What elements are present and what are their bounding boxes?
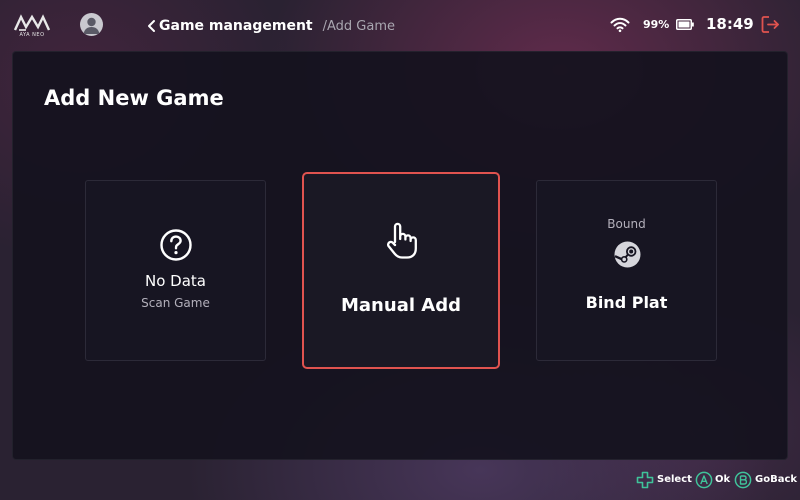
chevron-left-icon[interactable]: [146, 19, 157, 33]
top-bar: AYA NEO Game management /Add Game 99% 18…: [0, 0, 800, 50]
b-button-icon: [734, 471, 752, 489]
select-hint-label: Select: [657, 474, 692, 485]
a-button-icon: [695, 471, 713, 489]
clock: 18:49: [706, 15, 754, 33]
no-data-card[interactable]: No Data Scan Game: [85, 180, 266, 361]
main-panel: Add New Game No Data Scan Game Manual Ad…: [12, 51, 788, 460]
manual-add-card[interactable]: Manual Add: [302, 172, 500, 369]
battery-percent: 99%: [643, 18, 670, 31]
exit-icon[interactable]: [761, 15, 780, 34]
breadcrumb-current[interactable]: Game management: [159, 18, 313, 34]
logo-text: AYA NEO: [19, 32, 45, 38]
scan-game-label: Scan Game: [141, 296, 210, 310]
manual-add-title: Manual Add: [341, 295, 461, 316]
bind-plat-card[interactable]: Bound Bind Plat: [536, 180, 717, 361]
breadcrumb-sub: /Add Game: [322, 18, 395, 34]
controller-hints: Select Ok GoBack: [636, 471, 800, 491]
battery-icon: [676, 19, 694, 30]
page-title: Add New Game: [44, 86, 224, 110]
hand-pointer-icon: [387, 222, 417, 259]
avatar[interactable]: [80, 13, 103, 36]
wifi-icon: [610, 17, 630, 33]
bind-plat-title: Bind Plat: [585, 293, 668, 312]
ok-hint-label: Ok: [715, 474, 731, 485]
no-data-title: No Data: [145, 272, 206, 290]
dpad-icon: [636, 471, 654, 489]
ayaneo-logo: AYA NEO: [13, 14, 51, 40]
breadcrumb: Game management /Add Game: [146, 16, 395, 36]
goback-hint-label: GoBack: [755, 474, 798, 485]
question-circle-icon: [160, 229, 192, 261]
steam-icon: [614, 241, 641, 268]
bound-status: Bound: [607, 217, 646, 231]
